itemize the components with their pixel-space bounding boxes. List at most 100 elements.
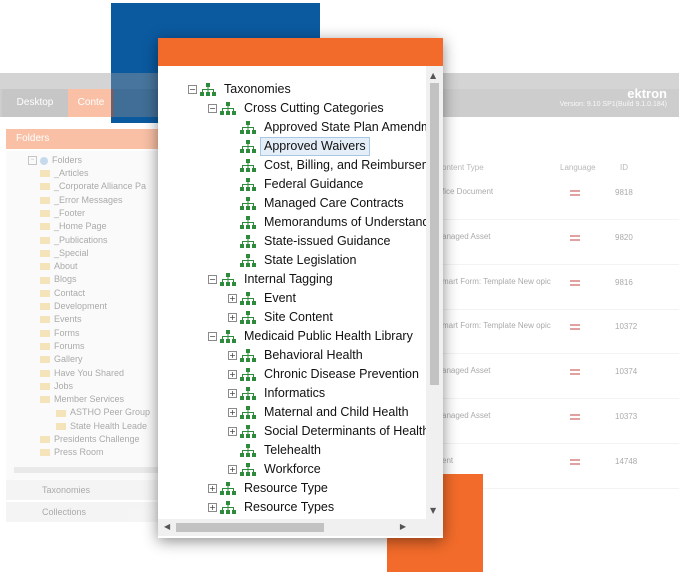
- folder-item[interactable]: Forums: [40, 341, 85, 351]
- expand-icon[interactable]: +: [228, 294, 237, 303]
- tree-node-label[interactable]: State Legislation: [264, 251, 356, 270]
- expand-icon[interactable]: +: [228, 465, 237, 474]
- tree-node[interactable]: − Taxonomies: [158, 80, 426, 99]
- tree-node-label[interactable]: Chronic Disease Prevention: [264, 365, 419, 384]
- tree-node-label[interactable]: Memorandums of Understanding: [264, 213, 426, 232]
- expand-icon[interactable]: +: [228, 370, 237, 379]
- folder-item[interactable]: Jobs: [40, 381, 73, 391]
- tree-node[interactable]: + Workforce: [158, 460, 426, 479]
- tree-node[interactable]: Memorandums of Understanding: [158, 213, 426, 232]
- expand-icon[interactable]: +: [208, 484, 217, 493]
- folder-item[interactable]: _Footer: [40, 208, 85, 218]
- tree-node[interactable]: + Social Determinants of Health: [158, 422, 426, 441]
- folder-item[interactable]: Events: [40, 314, 82, 324]
- tree-node[interactable]: Federal Guidance: [158, 175, 426, 194]
- tree-node[interactable]: − Medicaid Public Health Library: [158, 327, 426, 346]
- tree-node[interactable]: + Resource Type: [158, 479, 426, 498]
- expand-icon[interactable]: +: [228, 408, 237, 417]
- folder-item[interactable]: Contact: [40, 288, 85, 298]
- folder-item[interactable]: _Corporate Alliance Pa: [40, 181, 146, 191]
- tab-content[interactable]: Conte: [68, 89, 114, 117]
- tree-node-label[interactable]: Cross Cutting Categories: [244, 99, 384, 118]
- folder-item[interactable]: Press Room: [40, 447, 104, 457]
- folder-item[interactable]: _Articles: [40, 168, 89, 178]
- tree-node-label[interactable]: Managed Care Contracts: [264, 194, 404, 213]
- tree-node[interactable]: + Behavioral Health: [158, 346, 426, 365]
- folders-panel-header[interactable]: Folders: [6, 129, 160, 149]
- folder-item[interactable]: Have You Shared: [40, 368, 124, 378]
- tree-node-label[interactable]: State-issued Guidance: [264, 232, 390, 251]
- expand-icon[interactable]: +: [228, 351, 237, 360]
- scroll-down-arrow-icon[interactable]: ▼: [430, 506, 436, 515]
- folder-item[interactable]: Development: [40, 301, 107, 311]
- accordion-taxonomies[interactable]: Taxonomies: [6, 480, 160, 500]
- tree-node-label[interactable]: Site Content: [264, 308, 333, 327]
- tree-node-label[interactable]: Workforce: [264, 460, 321, 479]
- tree-node[interactable]: + Maternal and Child Health: [158, 403, 426, 422]
- tree-node[interactable]: + Event: [158, 289, 426, 308]
- collapse-icon[interactable]: −: [28, 156, 37, 166]
- tree-node[interactable]: Cost, Billing, and Reimbursement: [158, 156, 426, 175]
- vertical-scroll-thumb[interactable]: [430, 83, 439, 385]
- column-language[interactable]: Language: [560, 163, 596, 172]
- tree-node-label[interactable]: Resource Type: [244, 479, 328, 498]
- horizontal-scroll-thumb[interactable]: [176, 523, 324, 532]
- tree-node-label[interactable]: Event: [264, 289, 296, 308]
- tree-node[interactable]: Approved Waivers: [158, 137, 426, 156]
- tree-node[interactable]: Telehealth: [158, 441, 426, 460]
- tree-node[interactable]: − Internal Tagging: [158, 270, 426, 289]
- folder-item[interactable]: Presidents Challenge: [40, 434, 140, 444]
- folder-item[interactable]: ASTHO Peer Group: [56, 407, 150, 417]
- folder-root[interactable]: − Folders: [28, 155, 82, 166]
- collapse-icon[interactable]: −: [208, 332, 217, 341]
- tree-node-label[interactable]: Approved Waivers: [260, 137, 370, 156]
- vertical-scrollbar[interactable]: ▲ ▼: [426, 66, 443, 519]
- expand-icon[interactable]: +: [228, 313, 237, 322]
- expand-icon[interactable]: +: [208, 503, 217, 512]
- scroll-up-arrow-icon[interactable]: ▲: [430, 71, 436, 80]
- tree-node-label[interactable]: Telehealth: [264, 441, 321, 460]
- folder-item[interactable]: _Special: [40, 248, 89, 258]
- tree-node-label[interactable]: Maternal and Child Health: [264, 403, 409, 422]
- folder-item[interactable]: _Publications: [40, 235, 108, 245]
- tree-node-label[interactable]: Approved State Plan Amendments: [264, 118, 426, 137]
- collapse-icon[interactable]: −: [188, 85, 197, 94]
- folder-item[interactable]: Blogs: [40, 274, 77, 284]
- scroll-right-arrow-icon[interactable]: ▶: [400, 522, 406, 531]
- tree-node[interactable]: + Site Content: [158, 308, 426, 327]
- folder-item[interactable]: _Home Page: [40, 221, 107, 231]
- tree-node[interactable]: + Resource Types: [158, 498, 426, 517]
- tree-node-label[interactable]: Taxonomies: [224, 80, 291, 99]
- folder-item[interactable]: Gallery: [40, 354, 83, 364]
- folder-item[interactable]: Member Services: [40, 394, 124, 404]
- scroll-left-arrow-icon[interactable]: ◀: [164, 522, 170, 531]
- tree-node-label[interactable]: Resource Types: [244, 498, 334, 517]
- collapse-icon[interactable]: −: [208, 275, 217, 284]
- tree-node[interactable]: Approved State Plan Amendments: [158, 118, 426, 137]
- tree-node[interactable]: State Legislation: [158, 251, 426, 270]
- accordion-collections[interactable]: Collections: [6, 502, 160, 522]
- tree-node[interactable]: − Cross Cutting Categories: [158, 99, 426, 118]
- tree-node[interactable]: + Informatics: [158, 384, 426, 403]
- tree-node[interactable]: + Chronic Disease Prevention: [158, 365, 426, 384]
- tree-node-label[interactable]: Internal Tagging: [244, 270, 333, 289]
- folder-item[interactable]: Forms: [40, 328, 80, 338]
- tree-node-label[interactable]: Cost, Billing, and Reimbursement: [264, 156, 426, 175]
- horizontal-scrollbar[interactable]: ◀ ▶: [158, 519, 426, 536]
- tree-node-label[interactable]: Federal Guidance: [264, 175, 363, 194]
- tree-node-label[interactable]: Informatics: [264, 384, 325, 403]
- tree-node[interactable]: State-issued Guidance: [158, 232, 426, 251]
- tree-node-label[interactable]: Behavioral Health: [264, 346, 363, 365]
- expand-icon[interactable]: +: [228, 389, 237, 398]
- tree-node[interactable]: Managed Care Contracts: [158, 194, 426, 213]
- tree-node-label[interactable]: Medicaid Public Health Library: [244, 327, 413, 346]
- collapse-icon[interactable]: −: [208, 104, 217, 113]
- folder-item[interactable]: _Error Messages: [40, 195, 123, 205]
- folder-item[interactable]: About: [40, 261, 78, 271]
- tab-desktop[interactable]: Desktop: [2, 89, 68, 117]
- tree-node-label[interactable]: Social Determinants of Health: [264, 422, 426, 441]
- expand-icon[interactable]: +: [228, 427, 237, 436]
- folder-tree-scrollbar[interactable]: [14, 467, 160, 473]
- folder-item[interactable]: State Health Leade: [56, 421, 147, 431]
- column-id[interactable]: ID: [620, 163, 628, 172]
